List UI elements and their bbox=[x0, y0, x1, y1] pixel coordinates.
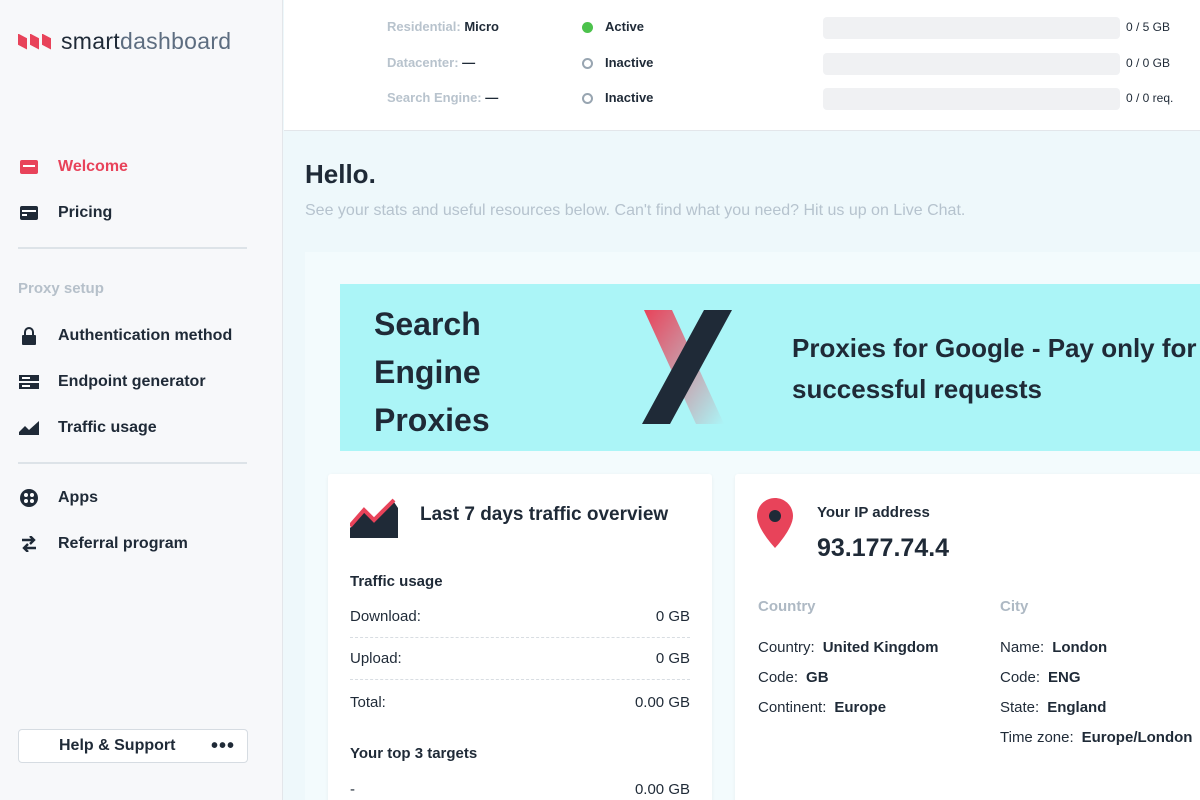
logo-mark-icon bbox=[18, 33, 51, 50]
state: State: England bbox=[1000, 699, 1107, 716]
sidebar-item-traffic-usage[interactable]: Traffic usage bbox=[18, 419, 157, 437]
city-heading: City bbox=[1000, 598, 1029, 615]
sidebar-item-referral-program[interactable]: Referral program bbox=[18, 535, 188, 553]
usage-progress-bar bbox=[823, 88, 1120, 110]
trend-chart-icon bbox=[348, 498, 398, 543]
city-code: Code: ENG bbox=[1000, 669, 1081, 686]
traffic-overview-card: Last 7 days traffic overview Traffic usa… bbox=[328, 474, 712, 800]
card-title: Last 7 days traffic overview bbox=[420, 504, 669, 525]
ip-address-card: Your IP address 93.177.74.4 Country Coun… bbox=[735, 474, 1200, 800]
apps-icon bbox=[18, 489, 40, 507]
status-row-residential: Residential: Micro Active 0 / 5 GB bbox=[284, 15, 1200, 39]
usage-amount: 0 / 0 GB bbox=[1126, 56, 1171, 70]
usage-progress-bar bbox=[823, 17, 1120, 39]
sidebar-item-welcome[interactable]: Welcome bbox=[18, 158, 128, 176]
transfer-icon bbox=[18, 535, 40, 553]
sidebar-item-label: Pricing bbox=[58, 204, 113, 221]
section-label-proxy-setup: Proxy setup bbox=[18, 280, 104, 297]
time-zone: Time zone: Europe/London bbox=[1000, 729, 1193, 746]
promo-banner[interactable]: Search Engine Proxies Proxies for Google… bbox=[340, 284, 1200, 451]
city-name: Name: London bbox=[1000, 639, 1108, 656]
sidebar-item-apps[interactable]: Apps bbox=[18, 489, 98, 507]
help-support-label: Help & Support bbox=[59, 737, 176, 754]
ip-value: 93.177.74.4 bbox=[817, 534, 950, 562]
more-icon[interactable]: ••• bbox=[211, 736, 235, 756]
sidebar-item-label: Referral program bbox=[58, 535, 188, 552]
sidebar-item-authentication[interactable]: Authentication method bbox=[18, 327, 232, 345]
country-code: Code: GB bbox=[758, 669, 829, 686]
status-row-datacenter: Datacenter: — Inactive 0 / 0 GB bbox=[284, 51, 1200, 75]
logo[interactable]: smartdashboard bbox=[18, 28, 231, 55]
usage-amount: 0 / 5 GB bbox=[1126, 20, 1171, 34]
traffic-row-total: Total: 0.00 GB bbox=[350, 693, 690, 711]
usage-progress-bar bbox=[823, 53, 1120, 75]
ip-label: Your IP address bbox=[817, 504, 930, 521]
server-icon bbox=[18, 373, 40, 391]
page-subtitle: See your stats and useful resources belo… bbox=[305, 202, 966, 219]
lock-icon bbox=[18, 327, 40, 345]
banner-text: Proxies for Google - Pay only for succes… bbox=[792, 333, 1197, 404]
sidebar-item-label: Endpoint generator bbox=[58, 373, 206, 390]
sidebar-divider bbox=[18, 247, 247, 249]
sidebar-item-endpoint-generator[interactable]: Endpoint generator bbox=[18, 373, 206, 391]
top-targets-heading: Your top 3 targets bbox=[350, 745, 478, 762]
wallet-icon bbox=[18, 204, 40, 222]
sidebar-item-label: Apps bbox=[58, 489, 98, 506]
country-name: Country: United Kingdom bbox=[758, 639, 939, 656]
country-heading: Country bbox=[758, 598, 816, 615]
sidebar-item-pricing[interactable]: Pricing bbox=[18, 204, 112, 222]
help-support-button[interactable]: Help & Support ••• bbox=[18, 729, 248, 763]
plan-name: Datacenter: — bbox=[387, 55, 476, 70]
plan-name: Residential: Micro bbox=[387, 19, 499, 34]
status-dot-icon bbox=[582, 22, 593, 33]
banner-title: Search Engine Proxies bbox=[374, 306, 490, 438]
subscription-status-bar: Residential: Micro Active 0 / 5 GB Datac… bbox=[284, 0, 1200, 131]
traffic-row-upload: Upload: 0 GB bbox=[350, 638, 690, 680]
sidebar-item-label: Welcome bbox=[58, 158, 128, 175]
x-logo-icon bbox=[640, 308, 740, 431]
traffic-usage-heading: Traffic usage bbox=[350, 573, 443, 590]
sidebar-item-label: Traffic usage bbox=[58, 419, 157, 436]
chart-icon bbox=[18, 419, 40, 437]
status-dot-icon bbox=[582, 93, 593, 104]
card-icon bbox=[18, 158, 40, 176]
target-row: -0.00 GB bbox=[350, 780, 690, 798]
status-text: Active bbox=[605, 19, 645, 34]
continent: Continent: Europe bbox=[758, 699, 887, 716]
status-text: Inactive bbox=[605, 55, 654, 70]
status-text: Inactive bbox=[605, 90, 654, 105]
plan-name: Search Engine: — bbox=[387, 90, 499, 105]
status-dot-icon bbox=[582, 58, 593, 69]
usage-amount: 0 / 0 req. bbox=[1126, 91, 1174, 105]
sidebar-item-label: Authentication method bbox=[58, 327, 233, 344]
status-row-search-engine: Search Engine: — Inactive 0 / 0 req. bbox=[284, 86, 1200, 110]
location-pin-icon bbox=[757, 498, 793, 553]
traffic-row-download: Download: 0 GB bbox=[350, 596, 690, 638]
sidebar-divider bbox=[18, 462, 247, 464]
page-title: Hello. bbox=[305, 159, 376, 189]
sidebar: smartdashboard Welcome Pricing Proxy set… bbox=[0, 0, 283, 800]
logo-text: smartdashboard bbox=[61, 28, 232, 54]
